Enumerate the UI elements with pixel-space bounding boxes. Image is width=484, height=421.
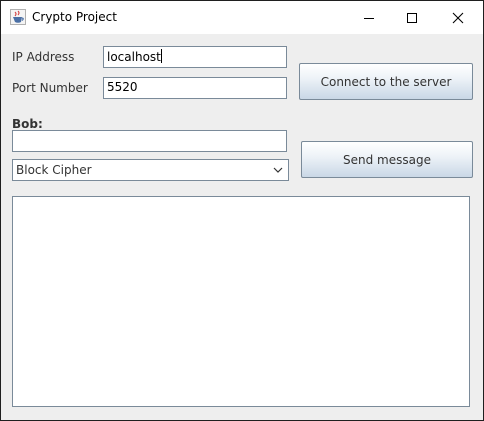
ip-address-value: localhost [107, 50, 161, 64]
ip-address-label: IP Address [12, 50, 75, 64]
message-log-area[interactable] [12, 196, 470, 407]
window-title: Crypto Project [32, 10, 117, 24]
connect-button[interactable]: Connect to the server [299, 63, 473, 100]
content-pane: IP Address localhost Port Number 5520 Co… [1, 34, 483, 420]
port-number-label: Port Number [12, 81, 88, 95]
sender-label: Bob: [12, 117, 43, 131]
chevron-down-icon [273, 167, 283, 173]
minimize-button[interactable] [346, 1, 392, 34]
main-window: Crypto Project IP Address localhost Port… [0, 0, 484, 421]
java-cup-icon [10, 9, 26, 25]
text-caret [160, 49, 162, 63]
minimize-icon [364, 17, 374, 19]
port-number-value: 5520 [107, 80, 138, 94]
maximize-icon [407, 12, 417, 23]
cipher-dropdown[interactable]: Block Cipher [12, 159, 289, 181]
port-number-field[interactable]: 5520 [103, 77, 287, 99]
title-bar[interactable]: Crypto Project [1, 1, 483, 34]
close-icon [452, 12, 464, 23]
close-button[interactable] [435, 1, 481, 34]
message-input[interactable] [12, 130, 287, 152]
send-message-button[interactable]: Send message [301, 141, 473, 178]
maximize-button[interactable] [389, 1, 435, 34]
cipher-selected-value: Block Cipher [16, 163, 92, 177]
ip-address-field[interactable]: localhost [103, 46, 287, 68]
